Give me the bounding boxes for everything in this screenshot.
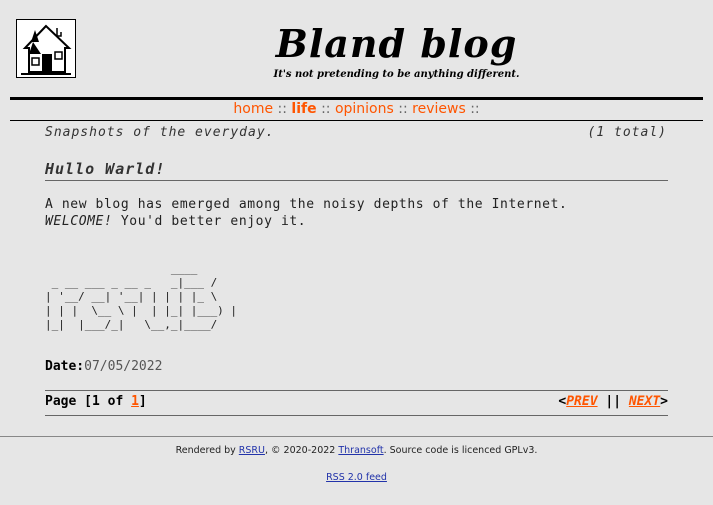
page-indicator: Page [1 of 1] (45, 391, 147, 413)
nav-divider (10, 120, 703, 121)
site-header: Bland blog It's not pretending to be any… (0, 0, 713, 96)
main-nav: home :: life :: opinions :: reviews :: (0, 100, 713, 118)
rsru-link[interactable]: RSRU (239, 445, 265, 456)
thransoft-link[interactable]: Thransoft (338, 445, 383, 456)
welcome-emphasis: WELCOME! (45, 214, 113, 229)
post-paragraph: WELCOME! You'd better enjoy it. (45, 213, 567, 230)
prev-link[interactable]: PREV (566, 394, 597, 409)
post-paragraph: A new blog has emerged among the noisy d… (45, 197, 568, 212)
rss-section: RSS 2.0 feed (0, 472, 713, 483)
date-label: Date: (45, 359, 85, 374)
nav-separator: :: (321, 101, 331, 117)
nav-separator: :: (398, 101, 408, 117)
next-link[interactable]: NEXT (629, 394, 660, 409)
nav-separator: :: (277, 101, 287, 117)
ascii-art: ____ _ __ ___ _ __ _ _|___ / | '__/ __| … (45, 262, 238, 331)
gt-glyph: > (660, 394, 668, 409)
post-count: (1 total) (587, 125, 667, 140)
post-title[interactable]: Hullo Warld! (45, 160, 668, 181)
page-suffix: ] (138, 394, 147, 409)
nav-home-link[interactable]: home (233, 101, 273, 117)
nav-opinions-link[interactable]: opinions (335, 101, 394, 117)
category-description: Snapshots of the everyday. (45, 125, 275, 140)
nav-reviews-link[interactable]: reviews (412, 101, 466, 117)
post-body: A new blog has emerged among the noisy d… (45, 196, 567, 230)
site-tagline: It's not pretending to be anything diffe… (273, 69, 520, 80)
footer-licence: . Source code is licenced GPLv3. (383, 445, 538, 456)
rss-feed-link[interactable]: RSS 2.0 feed (326, 472, 387, 483)
date-value: 07/05/2022 (84, 359, 163, 374)
footer-copyright: , © 2020-2022 (264, 445, 339, 456)
category-subheader: Snapshots of the everyday. (1 total) (45, 125, 667, 141)
post-text: You'd better enjoy it. (112, 214, 307, 229)
footer-text: Rendered by (175, 445, 239, 456)
site-title: Bland blog (275, 21, 518, 66)
page-prefix: Page [1 of (45, 394, 132, 409)
page-1-link[interactable]: 1 (131, 394, 139, 409)
pagination: Page [1 of 1] <PREV || NEXT> (45, 390, 668, 416)
nav-separator: :: (470, 101, 480, 117)
footer-divider (0, 436, 713, 437)
pager-divider: || (597, 394, 629, 409)
post-date: Date:07/05/2022 (45, 359, 162, 374)
page-nav: <PREV || NEXT> (558, 391, 668, 413)
nav-life-link[interactable]: life (291, 101, 316, 117)
footer: Rendered by RSRU, © 2020-2022 Thransoft.… (0, 445, 713, 456)
